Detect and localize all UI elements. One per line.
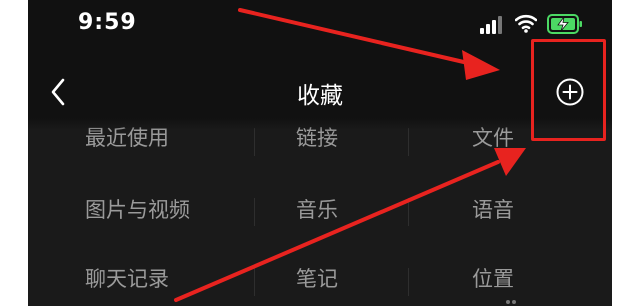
column-divider bbox=[254, 198, 255, 226]
column-divider bbox=[254, 128, 255, 156]
phone-screen: 9:59 收藏 最近使用 链接 文件 图片与视频 音乐 语音 聊天记录 笔记 位… bbox=[28, 0, 612, 306]
navigation-bar: 收藏 bbox=[28, 60, 612, 124]
category-notes[interactable]: 笔记 bbox=[296, 263, 338, 293]
category-voice[interactable]: 语音 bbox=[472, 194, 514, 224]
column-divider bbox=[254, 268, 255, 296]
column-divider bbox=[408, 268, 409, 296]
wifi-icon bbox=[515, 14, 537, 33]
battery-charging-icon bbox=[547, 14, 582, 34]
category-photos-videos[interactable]: 图片与视频 bbox=[85, 194, 190, 224]
category-grid: 最近使用 链接 文件 图片与视频 音乐 语音 聊天记录 笔记 位置 bbox=[28, 118, 612, 306]
page-title: 收藏 bbox=[297, 83, 343, 109]
status-time: 9:59 bbox=[78, 10, 137, 35]
highlight-box bbox=[531, 39, 606, 141]
category-music[interactable]: 音乐 bbox=[296, 194, 338, 224]
panel-fade bbox=[28, 118, 612, 130]
status-bar: 9:59 bbox=[28, 0, 612, 60]
column-divider bbox=[408, 198, 409, 226]
column-divider bbox=[408, 128, 409, 156]
cellular-signal-icon bbox=[480, 16, 502, 34]
dots-icon bbox=[506, 300, 516, 304]
category-chat-history[interactable]: 聊天记录 bbox=[85, 263, 169, 293]
category-location[interactable]: 位置 bbox=[472, 263, 514, 293]
